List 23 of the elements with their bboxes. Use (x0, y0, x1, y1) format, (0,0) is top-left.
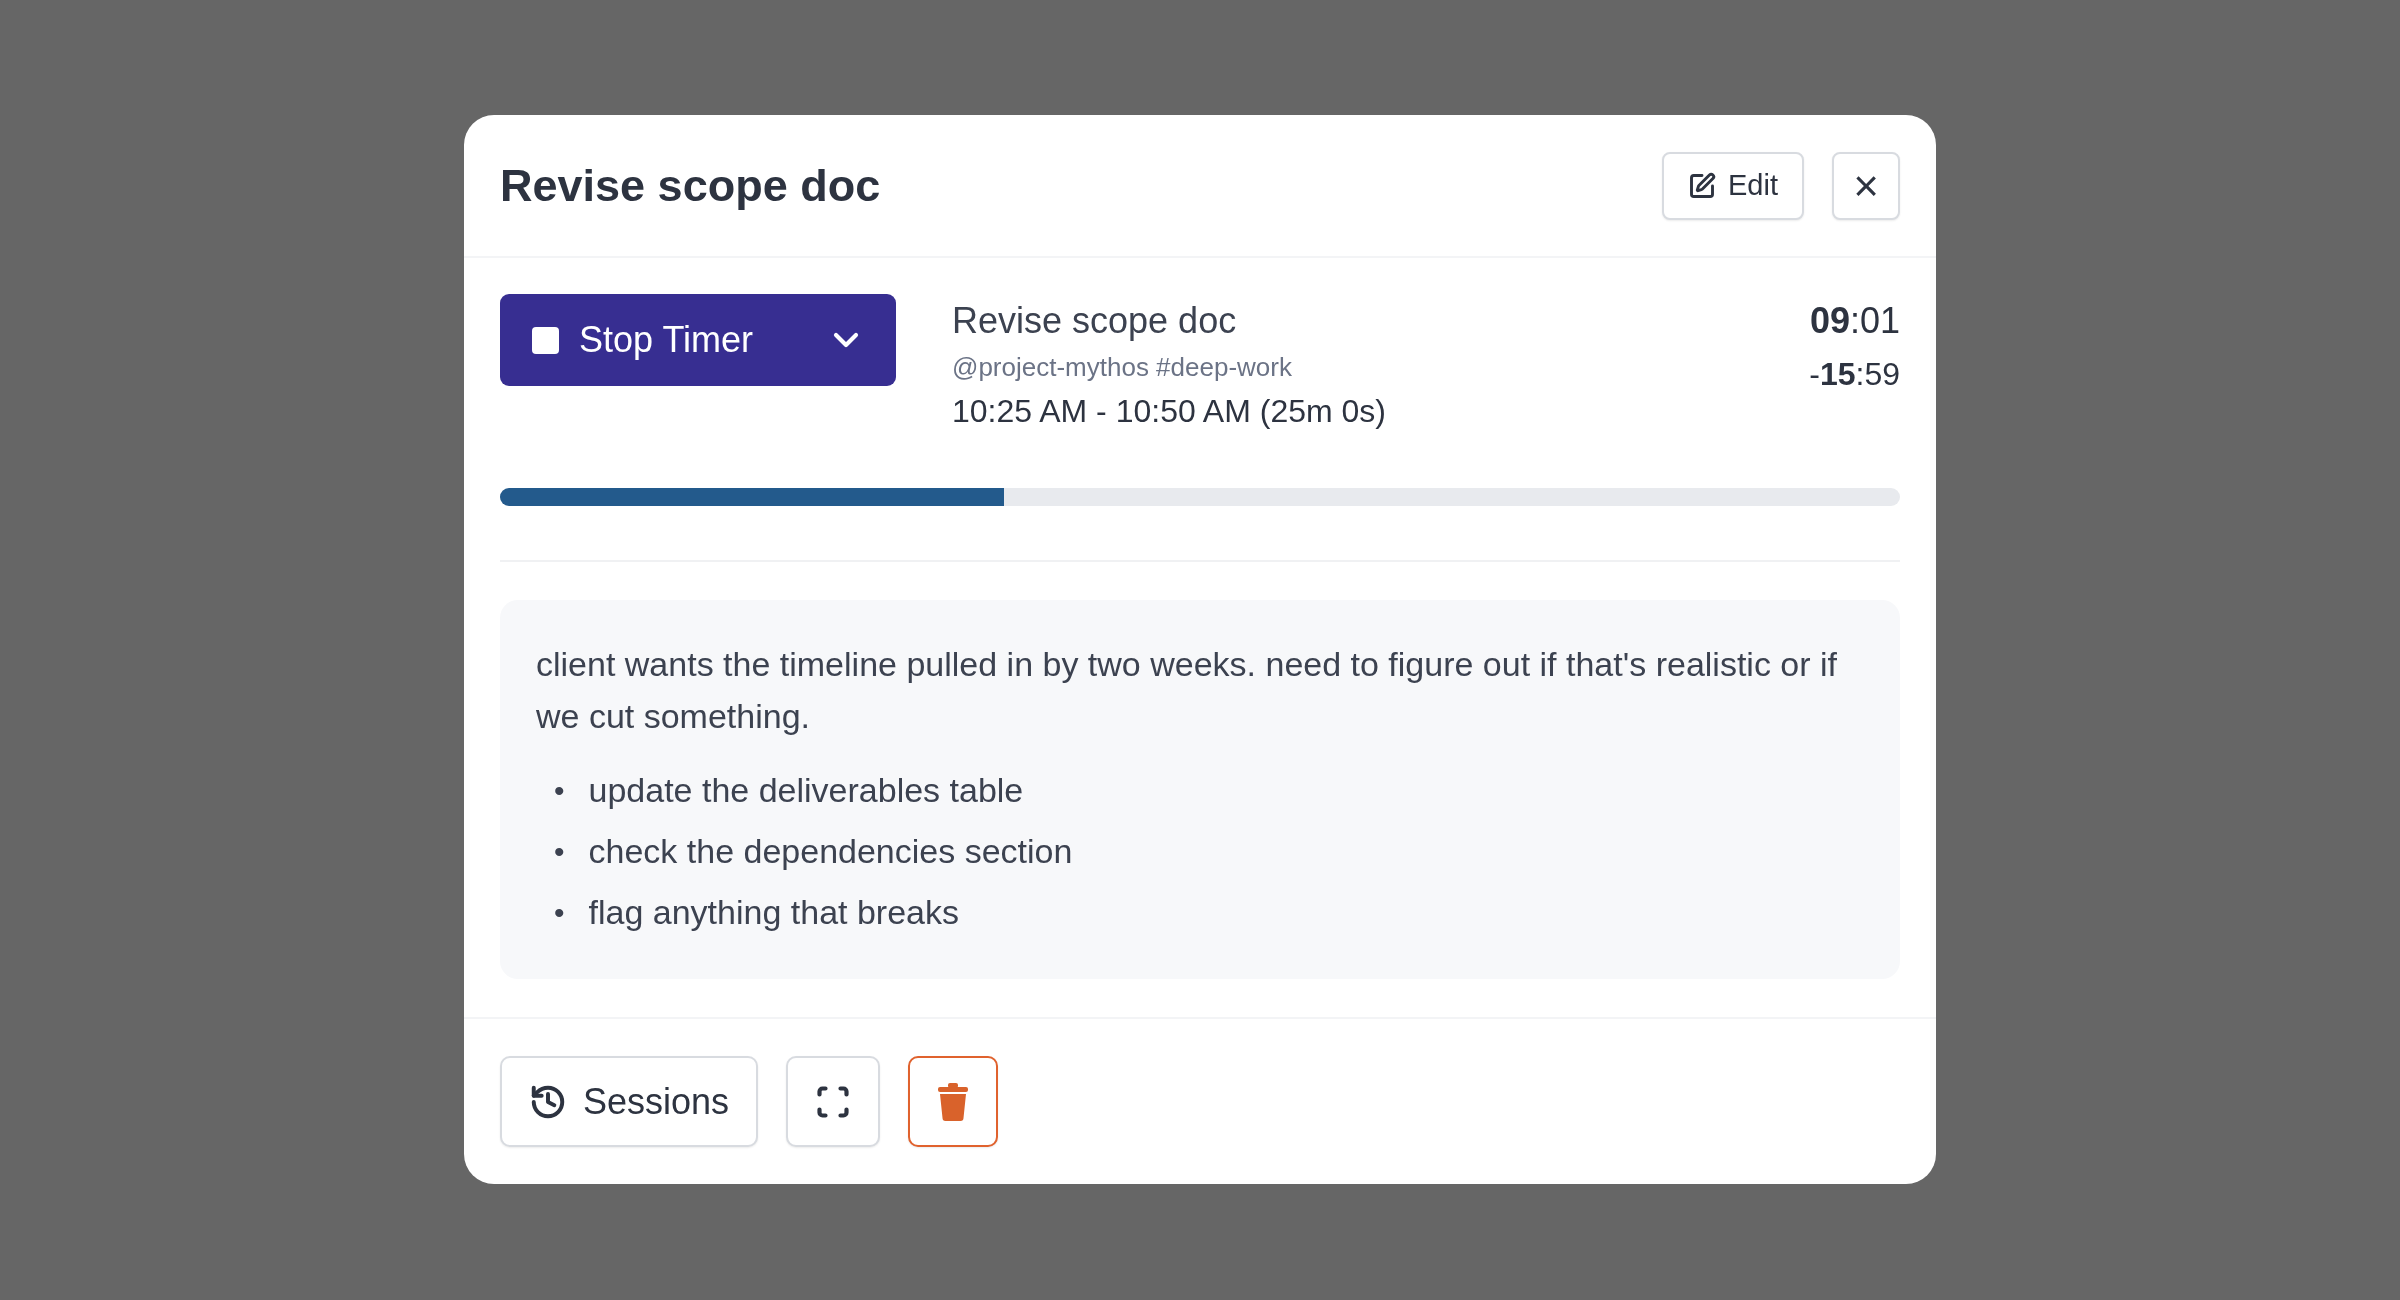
entry-tags: @project-mythos #deep-work (952, 352, 1810, 383)
stop-timer-button[interactable]: Stop Timer (500, 294, 896, 386)
elapsed-time: 09:01 (1809, 300, 1900, 342)
fullscreen-icon (815, 1083, 852, 1120)
bullet-marker: • (554, 834, 565, 870)
dialog-title: Revise scope doc (500, 159, 881, 212)
trash-icon (937, 1082, 970, 1121)
bullet-marker: • (554, 895, 565, 931)
remaining-time: -15:59 (1809, 356, 1900, 393)
edit-icon (1688, 171, 1716, 200)
bullet-marker: • (554, 773, 565, 809)
sessions-button[interactable]: Sessions (500, 1056, 759, 1147)
bullet-item: update the deliverables table (588, 770, 1024, 811)
close-button[interactable]: × (1832, 151, 1900, 220)
bullet-item: check the dependencies section (588, 831, 1073, 872)
time-range: 10:25 AM - 10:50 AM (25m 0s) (952, 393, 1387, 430)
entry-title: Revise scope doc (952, 300, 1238, 342)
bullet-item: flag anything that breaks (588, 892, 959, 933)
stop-icon (532, 326, 559, 354)
edit-button[interactable]: Edit (1662, 151, 1804, 220)
fullscreen-button[interactable] (786, 1056, 881, 1147)
notes-text: client wants the timeline pulled in by two weeks. need to figure out if that's realistic or if we cut something. (536, 644, 1839, 737)
delete-button[interactable] (908, 1056, 999, 1147)
